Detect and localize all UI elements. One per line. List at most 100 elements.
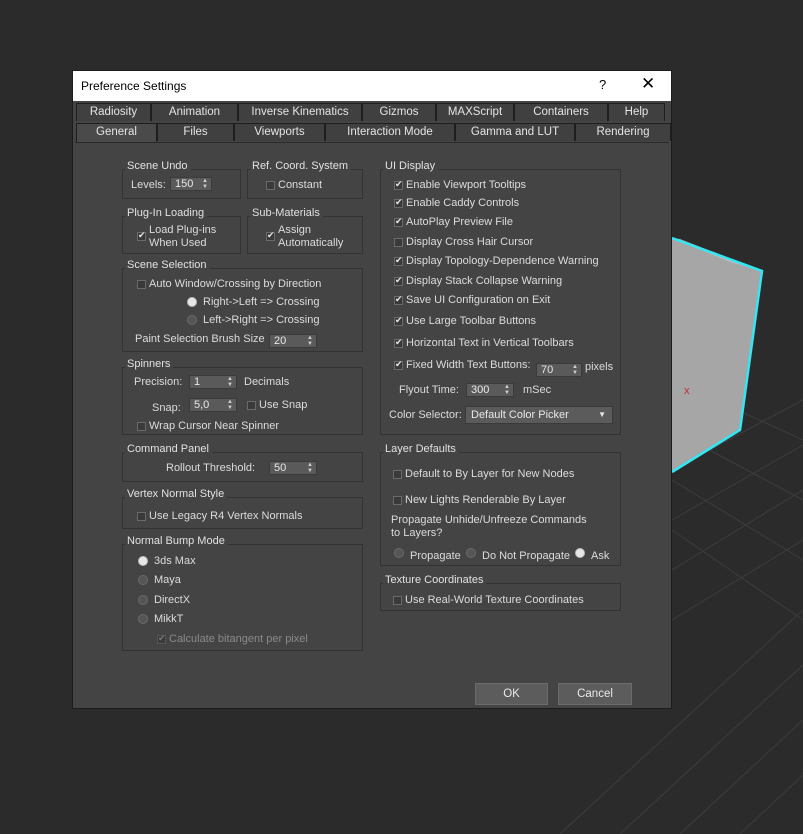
snap-spinner[interactable]: 5,0 ▲ ▼ [189, 398, 237, 412]
assign-checkbox[interactable] [266, 230, 275, 241]
scene-undo-title: Scene Undo [125, 160, 191, 172]
legacy-normals-checkbox[interactable] [137, 512, 146, 521]
bump-maya-radio[interactable] [138, 575, 148, 585]
tab-gamma-and-lut[interactable]: Gamma and LUT [455, 123, 575, 141]
tab-containers[interactable]: Containers [514, 103, 608, 121]
new-lights-checkbox[interactable] [393, 496, 402, 505]
stack-collapse-checkbox[interactable] [394, 275, 403, 286]
constant-checkbox[interactable] [266, 181, 275, 190]
horizontal-text-label: Horizontal Text in Vertical Toolbars [406, 337, 574, 349]
tab-divider [75, 142, 669, 143]
rollout-threshold-spinner[interactable]: 50 ▲ ▼ [269, 461, 317, 475]
brush-size-spinner[interactable]: 20 ▲ ▼ [269, 334, 317, 348]
spinner-arrows-icon[interactable]: ▲ ▼ [227, 376, 233, 388]
fixed-width-spinner[interactable]: 70 ▲ ▼ [536, 363, 582, 377]
autoplay-preview-label: AutoPlay Preview File [406, 216, 513, 228]
propagate-label: Propagate [410, 550, 461, 562]
viewport-tooltips-label: Enable Viewport Tooltips [406, 179, 527, 191]
left-right-radio[interactable] [187, 315, 197, 325]
large-toolbar-checkbox[interactable] [394, 315, 403, 326]
tab-general[interactable]: General [76, 123, 157, 143]
pixels-label: pixels [585, 361, 614, 373]
spinner-arrows-icon[interactable]: ▲ ▼ [504, 384, 510, 396]
save-ui-config-checkbox[interactable] [394, 294, 403, 305]
assign-label-2: Automatically [278, 237, 344, 249]
normal-bump-group: Normal Bump Mode 3ds Max Maya DirectX Mi… [122, 535, 363, 651]
spinner-arrows-icon[interactable]: ▲ ▼ [307, 462, 313, 474]
bump-mikkt-label: MikkT [154, 613, 184, 625]
fixed-width-label: Fixed Width Text Buttons: [406, 359, 531, 371]
spinner-arrows-icon[interactable]: ▲ ▼ [572, 364, 578, 376]
layer-defaults-group: Layer Defaults Default to By Layer for N… [380, 443, 621, 566]
ask-radio[interactable] [575, 548, 585, 558]
bump-maya-label: Maya [154, 574, 181, 586]
cancel-button[interactable]: Cancel [558, 683, 632, 705]
viewport-tooltips-checkbox[interactable] [394, 179, 403, 190]
tab-files[interactable]: Files [157, 123, 234, 141]
spinner-arrows-icon[interactable]: ▲ ▼ [202, 178, 208, 190]
default-bylayer-checkbox[interactable] [393, 470, 402, 479]
load-plugins-checkbox[interactable] [137, 230, 146, 241]
right-left-radio[interactable] [187, 297, 197, 307]
legacy-normals-label: Use Legacy R4 Vertex Normals [149, 510, 303, 522]
snap-label: Snap: [152, 402, 181, 414]
flyout-time-label: Flyout Time: [399, 384, 459, 396]
title-bar[interactable]: Preference Settings ? ✕ [73, 71, 671, 101]
precision-spinner[interactable]: 1 ▲ ▼ [189, 375, 237, 389]
auto-window-checkbox[interactable] [137, 280, 146, 289]
topology-warning-checkbox[interactable] [394, 255, 403, 266]
vertex-normal-group: Vertex Normal Style Use Legacy R4 Vertex… [122, 488, 363, 529]
load-plugins-label-1: Load Plug-ins [149, 224, 217, 236]
spinner-arrows-icon[interactable]: ▲ ▼ [227, 399, 233, 411]
tab-gizmos[interactable]: Gizmos [362, 103, 436, 121]
bump-mikkt-radio[interactable] [138, 614, 148, 624]
sub-materials-title: Sub-Materials [250, 207, 323, 219]
scene-undo-group: Scene Undo Levels: 150 ▲ ▼ [122, 160, 241, 199]
color-selector-label: Color Selector: [389, 409, 462, 421]
ok-button[interactable]: OK [475, 683, 548, 705]
realworld-coords-checkbox[interactable] [393, 596, 402, 605]
tab-viewports[interactable]: Viewports [234, 123, 325, 141]
decimals-label: Decimals [244, 376, 290, 388]
color-selector-dropdown[interactable]: Default Color Picker ▼ [465, 406, 613, 424]
tab-radiosity[interactable]: Radiosity [76, 103, 151, 121]
scene-selection-group: Scene Selection Auto Window/Crossing by … [122, 259, 363, 352]
right-left-label: Right->Left => Crossing [203, 296, 320, 308]
caddy-controls-checkbox[interactable] [394, 197, 403, 208]
tab-maxscript[interactable]: MAXScript [436, 103, 514, 121]
help-button[interactable]: ? [599, 77, 606, 92]
cross-hair-checkbox[interactable] [394, 238, 403, 247]
spinner-arrows-icon[interactable]: ▲ ▼ [307, 335, 313, 347]
ref-coord-title: Ref. Coord. System [250, 160, 351, 172]
bump-3dsmax-label: 3ds Max [154, 555, 196, 567]
levels-spinner[interactable]: 150 ▲ ▼ [170, 177, 212, 191]
autoplay-preview-checkbox[interactable] [394, 216, 403, 227]
do-not-propagate-radio[interactable] [466, 548, 476, 558]
tab-interaction-mode[interactable]: Interaction Mode [325, 123, 455, 141]
new-lights-label: New Lights Renderable By Layer [405, 494, 566, 506]
wrap-cursor-checkbox[interactable] [137, 422, 146, 431]
large-toolbar-label: Use Large Toolbar Buttons [406, 315, 537, 327]
plugin-loading-group: Plug-In Loading Load Plug-ins When Used [122, 207, 241, 254]
tab-animation[interactable]: Animation [151, 103, 238, 121]
load-plugins-label-2: When Used [149, 237, 207, 249]
topology-warning-label: Display Topology-Dependence Warning [406, 255, 599, 267]
selected-box[interactable] [671, 236, 764, 474]
use-snap-checkbox[interactable] [247, 401, 256, 410]
tab-help[interactable]: Help [608, 103, 665, 121]
use-snap-label: Use Snap [259, 399, 308, 411]
propagate-radio[interactable] [394, 548, 404, 558]
horizontal-text-checkbox[interactable] [394, 337, 403, 348]
bump-directx-radio[interactable] [138, 595, 148, 605]
command-panel-title: Command Panel [125, 443, 212, 455]
assign-label-1: Assign [278, 224, 312, 236]
calc-bitangent-checkbox[interactable] [157, 633, 166, 644]
close-button[interactable]: ✕ [641, 75, 655, 93]
propagate-question-2: to Layers? [391, 527, 443, 539]
fixed-width-checkbox[interactable] [394, 359, 403, 370]
flyout-time-spinner[interactable]: 300 ▲ ▼ [466, 383, 514, 397]
tab-rendering[interactable]: Rendering [575, 123, 671, 141]
tab-inverse-kinematics[interactable]: Inverse Kinematics [238, 103, 362, 121]
chevron-down-icon: ▼ [598, 410, 606, 419]
bump-3dsmax-radio[interactable] [138, 556, 148, 566]
